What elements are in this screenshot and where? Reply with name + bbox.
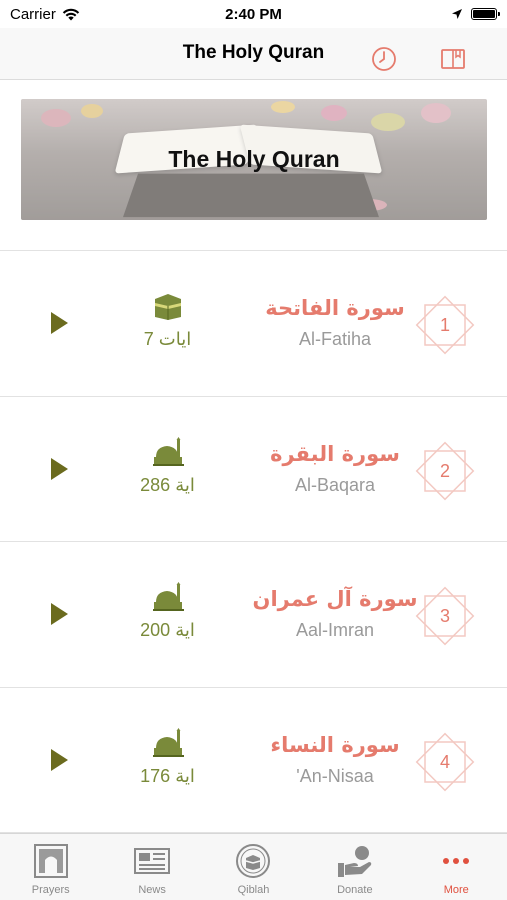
surah-number: 3 (439, 606, 450, 626)
surah-row[interactable]: 7 ايات سورة الفاتحة Al-Fatiha 1 (0, 251, 507, 397)
location-arrow-icon (451, 9, 462, 19)
tab-bar: Prayers News Qiblah Donate More (0, 833, 507, 900)
surah-english-name: 'An-Nisaa (296, 765, 374, 786)
mosque-icon (153, 582, 184, 611)
battery-icon (470, 8, 500, 20)
surah-arabic-name: سورة آل عمران (252, 587, 418, 611)
tab-qiblah[interactable]: Qiblah (203, 834, 304, 900)
wifi-icon (62, 8, 80, 20)
prayer-mat-icon (33, 844, 68, 878)
tab-label: News (138, 884, 166, 896)
status-left: Carrier (10, 6, 170, 23)
surah-arabic-name: سورة البقرة (270, 441, 400, 466)
surah-number: 2 (439, 460, 450, 481)
tab-label: Donate (337, 884, 373, 896)
tab-label: Qiblah (237, 884, 270, 896)
newspaper-icon (134, 848, 171, 874)
clock-icon[interactable] (371, 46, 397, 72)
play-icon[interactable] (51, 748, 68, 771)
tab-label: More (443, 884, 469, 896)
surah-english-name: Al-Baqara (294, 474, 376, 495)
ayat-count: 200 اية (140, 620, 195, 640)
book-bookmark-icon[interactable] (440, 46, 466, 72)
surah-number: 4 (439, 751, 450, 772)
more-dots-icon (443, 858, 470, 864)
compass-kaaba-icon (236, 844, 271, 878)
tab-prayers[interactable]: Prayers (0, 834, 101, 900)
status-right (337, 8, 500, 20)
surah-row[interactable]: 200 اية سورة آل عمران Aal-Imran 3 (0, 542, 507, 688)
play-icon[interactable] (51, 312, 68, 335)
surah-row[interactable]: 176 اية سورة النساء 'An-Nisaa 4 (0, 688, 507, 833)
page-title: The Holy Quran (182, 42, 325, 63)
banner-title: The Holy Quran (168, 146, 340, 172)
surah-english-name: Al-Fatiha (298, 329, 372, 349)
ayat-count: 286 اية (140, 474, 195, 495)
surah-row[interactable]: 286 اية سورة البقرة Al-Baqara 2 (0, 397, 507, 542)
mosque-icon (153, 727, 184, 757)
surah-number: 1 (439, 315, 450, 335)
mosque-icon (153, 436, 184, 466)
header-banner: The Holy Quran (21, 99, 487, 220)
donate-hand-icon (337, 846, 372, 877)
nav-bar: The Holy Quran (0, 28, 507, 80)
surah-english-name: Aal-Imran (295, 620, 375, 640)
surah-list: 7 ايات سورة الفاتحة Al-Fatiha 1 286 اية … (0, 250, 507, 833)
tab-donate[interactable]: Donate (304, 834, 405, 900)
surah-arabic-name: سورة الفاتحة (265, 296, 405, 320)
status-bar: Carrier 2:40 PM (0, 0, 507, 28)
carrier-label: Carrier (10, 5, 56, 23)
tab-news[interactable]: News (101, 834, 202, 900)
tab-label: Prayers (31, 884, 70, 896)
kaaba-icon (155, 294, 181, 320)
ayat-count: 176 اية (140, 765, 195, 786)
play-icon[interactable] (51, 457, 68, 480)
ayat-count: 7 ايات (143, 329, 192, 349)
tab-more[interactable]: More (406, 834, 507, 900)
surah-arabic-name: سورة النساء (270, 732, 400, 757)
play-icon[interactable] (51, 603, 68, 626)
status-time: 2:40 PM (225, 5, 282, 23)
